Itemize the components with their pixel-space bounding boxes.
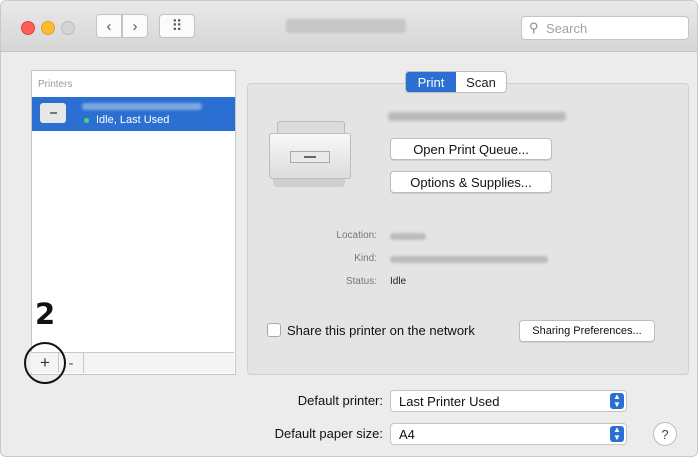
printer-status-text: Idle, Last Used [96,114,170,126]
sharing-preferences-button[interactable]: Sharing Preferences... [519,320,655,342]
default-printer-select[interactable]: Last Printer Used ▲ ▼ [390,390,627,412]
default-printer-value: Last Printer Used [399,394,500,409]
show-all-preferences-button[interactable]: ⠿ [159,14,195,38]
back-button[interactable]: ‹ [96,14,122,38]
default-paper-size-value: A4 [399,427,415,442]
zoom-window-button[interactable] [61,21,75,35]
share-printer-row: Share this printer on the network [267,320,475,340]
default-printer-label: Default printer: [297,393,383,408]
printer-large-icon [269,121,351,191]
callout-circle-annotation [24,342,66,384]
forward-button[interactable]: › [122,14,148,38]
status-value: Idle [390,276,407,287]
chevron-right-icon: › [132,17,138,35]
title-bar: ‹ › ⠿ ⚲ Search [1,1,697,52]
status-dot-icon [84,118,89,123]
share-printer-label[interactable]: Share this printer on the network [287,323,475,338]
close-window-button[interactable] [21,21,35,35]
updown-chevron-icon: ▲ ▼ [610,426,624,442]
printers-list-header: Printers [38,79,73,90]
printer-icon [40,103,66,123]
print-scan-tabs: Print Scan [405,71,507,93]
printer-model-redacted [388,112,566,121]
search-field[interactable]: ⚲ Search [521,16,689,40]
printer-list-item[interactable]: Idle, Last Used [32,97,235,131]
status-label: Status: [345,276,377,287]
help-button[interactable]: ? [653,422,677,446]
location-value-redacted [390,233,426,240]
minimize-window-button[interactable] [41,21,55,35]
share-printer-checkbox[interactable] [267,323,281,337]
kind-label: Kind: [354,253,377,264]
default-paper-size-label: Default paper size: [274,426,383,441]
search-icon: ⚲ [529,20,539,35]
location-label: Location: [336,230,377,241]
updown-chevron-icon: ▲ ▼ [610,393,624,409]
kind-value-redacted [390,256,548,263]
search-placeholder: Search [546,21,588,36]
grid-icon: ⠿ [171,18,183,35]
options-supplies-button[interactable]: Options & Supplies... [390,171,552,193]
chevron-left-icon: ‹ [106,17,112,35]
default-paper-size-select[interactable]: A4 ▲ ▼ [390,423,627,445]
window-title-redacted [286,19,406,33]
tab-scan[interactable]: Scan [456,72,506,92]
printers-list[interactable]: Printers Idle, Last Used [31,70,236,375]
open-print-queue-button[interactable]: Open Print Queue... [390,138,552,160]
printers-scanners-window: ‹ › ⠿ ⚲ Search Printers Idle, Last Used … [0,0,698,457]
tab-print[interactable]: Print [406,72,456,92]
step-number-annotation: 2 [35,297,56,331]
printer-name-redacted [82,103,202,110]
